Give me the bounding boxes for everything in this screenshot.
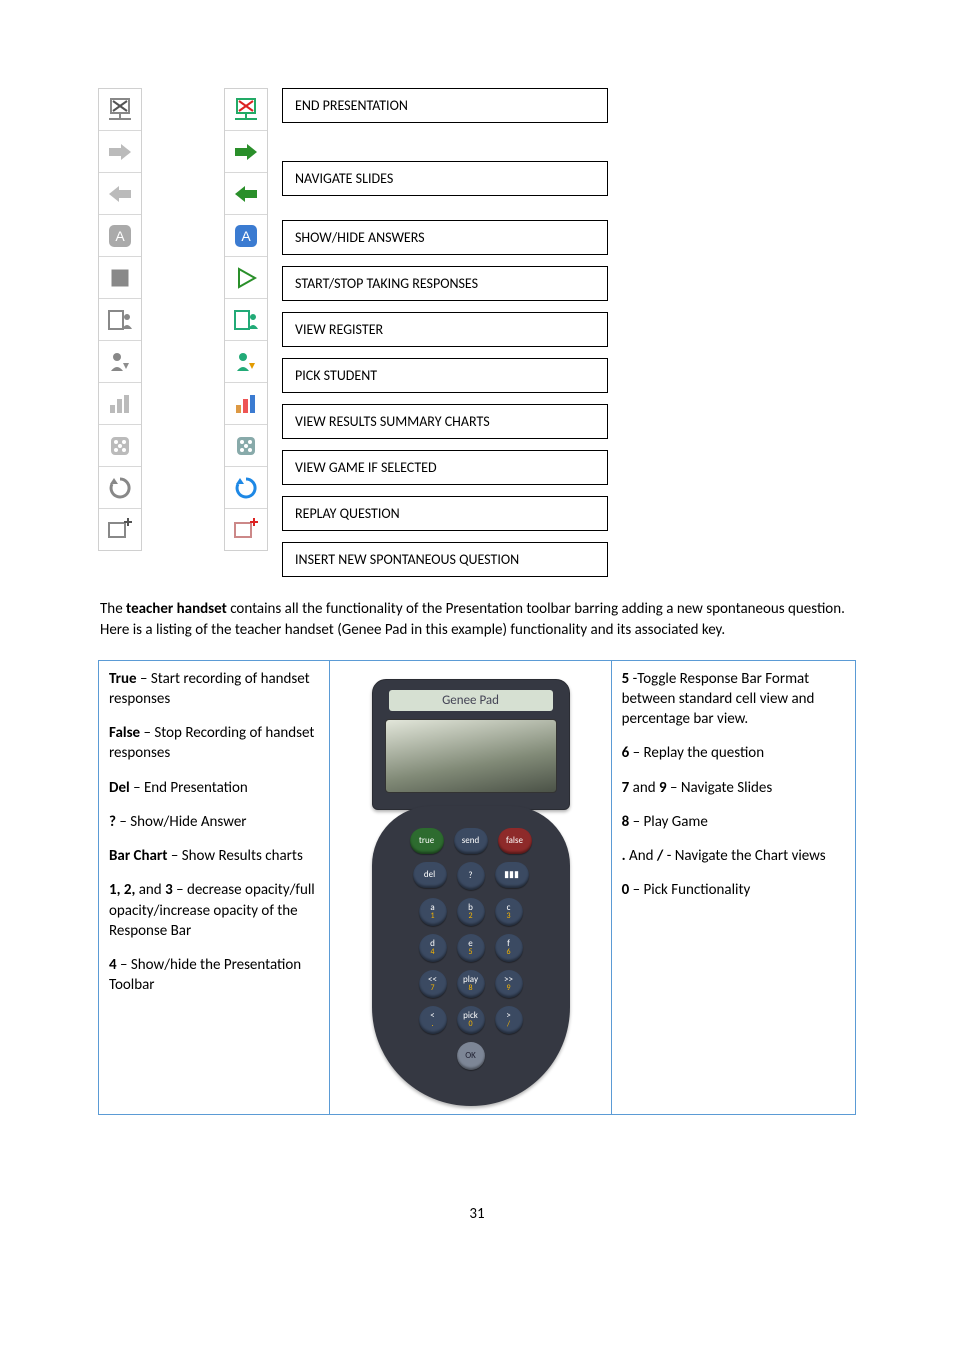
label-navigate-slides: NAVIGATE SLIDES: [282, 161, 608, 196]
pick-student-icon: [99, 341, 141, 382]
arrow-right-icon: [99, 131, 141, 172]
game-die-icon[interactable]: [225, 425, 267, 466]
key-send: send: [454, 828, 488, 854]
key-0: pick0: [457, 1006, 485, 1034]
handset-left-column: True – Start recording of handset respon…: [99, 661, 330, 1114]
bar-chart-icon[interactable]: [225, 383, 267, 424]
handset-image-column: Genee Pad true send false del ? ▮▮▮: [330, 661, 611, 1114]
svg-text:A: A: [115, 228, 125, 244]
key-false: false: [498, 828, 532, 854]
handset-right-column: 5 -Toggle Response Bar Format between st…: [612, 661, 855, 1114]
toolbar-labels: END PRESENTATION NAVIGATE SLIDES SHOW/HI…: [282, 88, 608, 577]
replay-icon: [99, 467, 141, 508]
key-slash: >/: [495, 1006, 523, 1034]
key-dot: <.: [419, 1006, 447, 1034]
toolbar-active: A: [224, 88, 268, 551]
label-end-presentation: END PRESENTATION: [282, 88, 608, 123]
label-show-hide-answers: SHOW/HIDE ANSWERS: [282, 220, 608, 255]
register-icon[interactable]: [225, 299, 267, 340]
key-5: e5: [457, 934, 485, 962]
key-7: <<7: [419, 970, 447, 998]
key-del: del: [413, 862, 447, 888]
spontaneous-question-icon: [99, 509, 141, 550]
key-9: >>9: [495, 970, 523, 998]
key-8: play8: [457, 970, 485, 998]
key-4: d4: [419, 934, 447, 962]
key-chart: ▮▮▮: [495, 862, 529, 888]
key-2: b2: [457, 898, 485, 926]
body-paragraph: The teacher handset contains all the fun…: [100, 599, 856, 642]
arrow-left-icon: [99, 173, 141, 214]
label-view-game: VIEW GAME IF SELECTED: [282, 450, 608, 485]
label-insert-spontaneous: INSERT NEW SPONTANEOUS QUESTION: [282, 542, 608, 577]
key-true: true: [410, 828, 444, 854]
label-pick-student: PICK STUDENT: [282, 358, 608, 393]
register-icon: [99, 299, 141, 340]
key-3: c3: [495, 898, 523, 926]
replay-icon[interactable]: [225, 467, 267, 508]
end-presentation-icon: [99, 89, 141, 130]
svg-text:A: A: [241, 228, 251, 244]
label-view-results: VIEW RESULTS SUMMARY CHARTS: [282, 404, 608, 439]
key-ok: OK: [457, 1042, 485, 1070]
handset-functionality-table: True – Start recording of handset respon…: [98, 660, 856, 1115]
label-view-register: VIEW REGISTER: [282, 312, 608, 347]
label-start-stop-responses: START/STOP TAKING RESPONSES: [282, 266, 608, 301]
end-presentation-icon[interactable]: [225, 89, 267, 130]
arrow-left-icon[interactable]: [225, 173, 267, 214]
stop-icon: [99, 257, 141, 298]
key-6: f6: [495, 934, 523, 962]
pick-student-icon[interactable]: [225, 341, 267, 382]
play-icon[interactable]: [225, 257, 267, 298]
toolbar-inactive: A: [98, 88, 142, 551]
letter-a-icon[interactable]: A: [225, 215, 267, 256]
game-die-icon: [99, 425, 141, 466]
label-replay-question: REPLAY QUESTION: [282, 496, 608, 531]
letter-a-icon: A: [99, 215, 141, 256]
device-brand-label: Genee Pad: [389, 690, 553, 711]
key-1: a1: [419, 898, 447, 926]
key-question: ?: [457, 862, 485, 890]
genee-pad-device: Genee Pad true send false del ? ▮▮▮: [361, 679, 581, 1106]
spontaneous-question-icon[interactable]: [225, 509, 267, 550]
bar-chart-icon: [99, 383, 141, 424]
device-screen: [385, 719, 557, 793]
arrow-right-icon[interactable]: [225, 131, 267, 172]
page-number: 31: [98, 1205, 856, 1263]
